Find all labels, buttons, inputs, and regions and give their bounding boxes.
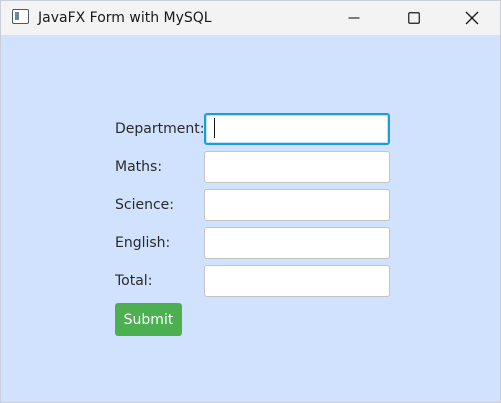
science-field[interactable] [204,189,390,221]
app-icon [12,9,29,24]
title-bar[interactable]: JavaFX Form with MySQL [1,1,500,35]
total-field[interactable] [204,265,390,297]
maths-label: Maths: [115,159,163,175]
total-label: Total: [115,273,153,289]
maximize-icon [408,12,420,24]
minimize-icon [348,17,360,19]
department-label: Department: [115,121,205,137]
minimize-button[interactable] [325,1,383,35]
maximize-button[interactable] [385,1,443,35]
science-label: Science: [115,197,174,213]
english-label: English: [115,235,171,251]
close-button[interactable] [443,1,500,35]
close-icon [465,11,479,25]
window-title: JavaFX Form with MySQL [38,10,212,26]
english-field[interactable] [204,227,390,259]
department-field[interactable] [204,113,390,145]
text-caret [214,118,215,138]
app-window: JavaFX Form with MySQL Department: Maths… [0,0,501,403]
submit-button[interactable]: Submit [115,303,182,336]
maths-field[interactable] [204,151,390,183]
